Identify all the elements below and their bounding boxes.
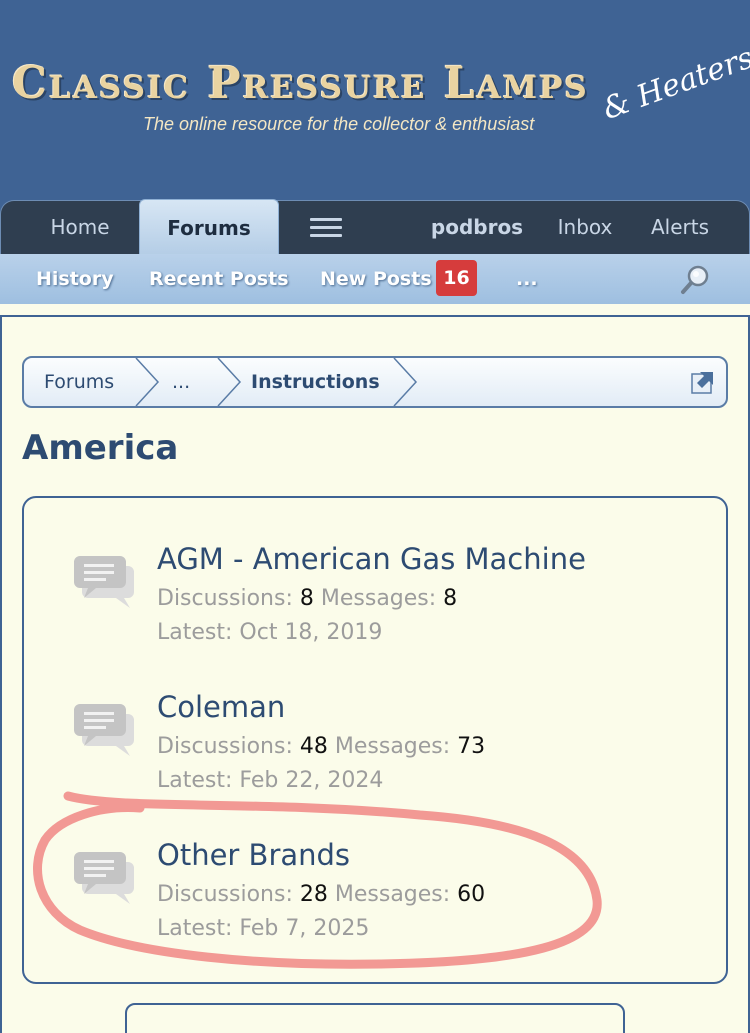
node-title[interactable]: Coleman [157,690,285,724]
node-stats: Discussions: 48 Messages: 73 [157,734,485,759]
node-latest: Latest: Feb 22, 2024 [157,768,383,793]
discussions-label: Discussions: [157,882,293,907]
node-latest: Latest: Feb 7, 2025 [157,916,369,941]
chat-bubble-icon [74,556,134,608]
node-stats: Discussions: 8 Messages: 8 [157,586,457,611]
node-stats: Discussions: 28 Messages: 60 [157,882,485,907]
messages-label: Messages: [334,882,451,907]
page-title: America [22,428,179,468]
logo-title: Classic Pressure Lamps [12,58,589,109]
latest-label: Latest: [157,916,233,941]
latest-label: Latest: [157,620,233,645]
tab-home[interactable]: Home [21,201,139,253]
subnav-recent-posts[interactable]: Recent Posts [149,254,289,304]
subnav-history[interactable]: History [36,254,114,304]
breadcrumb-separator-icon [217,358,242,406]
site-logo[interactable]: Classic Pressure Lamps The online resour… [10,40,750,162]
latest-date[interactable]: Oct 18, 2019 [239,620,382,645]
forum-node-coleman[interactable]: Coleman Discussions: 48 Messages: 73 Lat… [24,690,726,830]
tab-alerts[interactable]: Alerts [637,201,723,253]
tab-account[interactable]: podbros [421,201,533,253]
discussions-count: 48 [299,734,328,759]
subnav-more[interactable]: ... [516,254,538,304]
breadcrumb: Forums ... Instructions [22,356,728,408]
node-latest: Latest: Oct 18, 2019 [157,620,382,645]
new-posts-count-badge[interactable]: 16 [436,260,477,296]
jump-to-icon[interactable] [690,369,716,395]
discussions-label: Discussions: [157,734,293,759]
messages-label: Messages: [320,586,437,611]
tab-forums[interactable]: Forums [139,199,279,255]
logo-tagline: The online resource for the collector & … [143,114,535,134]
subnav-new-posts[interactable]: New Posts [320,254,432,304]
search-icon[interactable] [680,263,712,295]
forum-node-other-brands[interactable]: Other Brands Discussions: 28 Messages: 6… [24,838,726,978]
breadcrumb-separator-icon [393,358,418,406]
messages-count: 73 [457,734,486,759]
discussions-count: 8 [299,586,314,611]
sub-nav: History Recent Posts New Posts ... [0,254,750,304]
chat-bubble-icon [74,704,134,756]
forum-node-list: AGM - American Gas Machine Discussions: … [22,496,728,984]
messages-count: 8 [443,586,458,611]
messages-count: 60 [457,882,486,907]
main-nav: Home Forums podbros Inbox Alerts [0,199,750,255]
breadcrumb-separator-icon [135,358,160,406]
messages-label: Messages: [334,734,451,759]
breadcrumb-ellipsis[interactable]: ... [172,358,190,406]
node-title[interactable]: AGM - American Gas Machine [157,542,586,576]
node-title[interactable]: Other Brands [157,838,350,872]
latest-date[interactable]: Feb 22, 2024 [239,768,383,793]
latest-label: Latest: [157,768,233,793]
discussions-count: 28 [299,882,328,907]
tab-inbox[interactable]: Inbox [546,201,624,253]
forum-node-agm[interactable]: AGM - American Gas Machine Discussions: … [24,542,726,682]
discussions-label: Discussions: [157,586,293,611]
breadcrumb-forums[interactable]: Forums [44,358,114,406]
next-section-panel [125,1003,625,1033]
chat-bubble-icon [74,852,134,904]
hamburger-menu-icon[interactable] [310,218,342,238]
logo-script: & Heaters [598,40,750,127]
latest-date[interactable]: Feb 7, 2025 [239,916,369,941]
breadcrumb-instructions[interactable]: Instructions [251,358,380,406]
